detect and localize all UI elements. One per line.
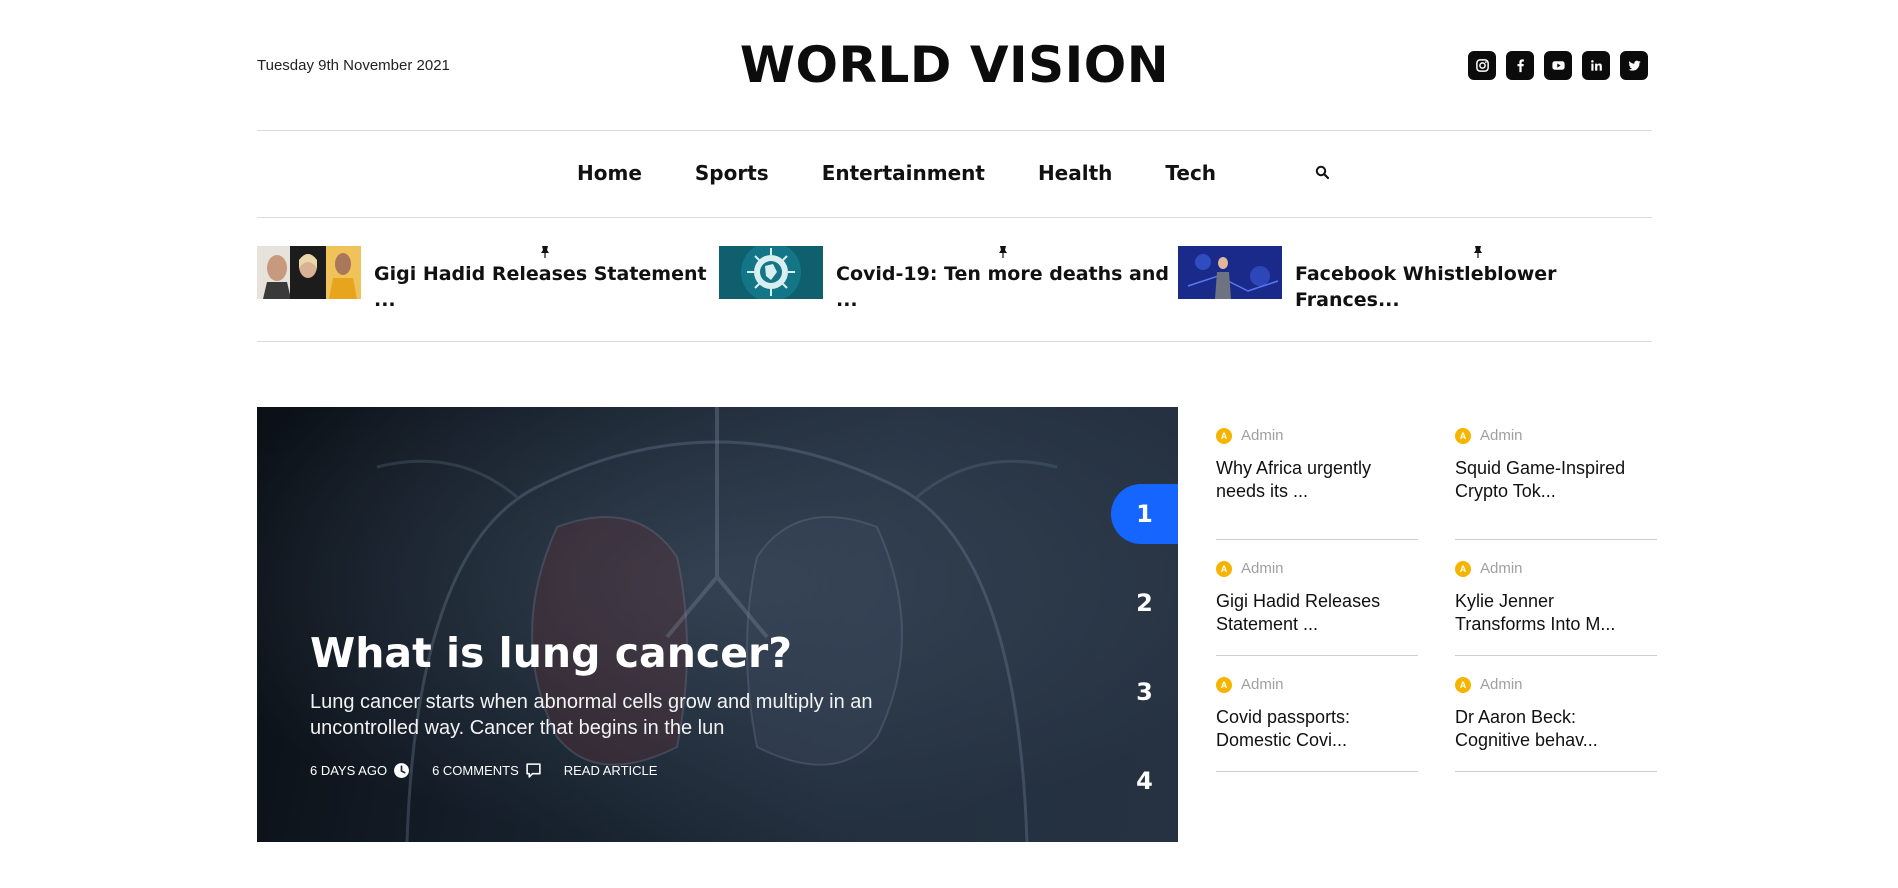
post-author: A Admin [1216,427,1418,444]
side-post-title-line: Statement ... [1216,614,1319,634]
hero-excerpt-line: uncontrolled way. Cancer that begins in … [310,717,725,739]
side-post-title-line: Domestic Covi... [1216,730,1348,750]
side-post-title-line: Kylie Jenner [1455,591,1555,611]
author-name[interactable]: Admin [1241,676,1284,693]
ticker-title-line: Facebook Whistleblower [1295,263,1557,285]
post-author: A Admin [1216,560,1418,577]
ticker-thumbnail [719,246,823,299]
nav-home[interactable]: Home [577,161,642,185]
side-post-title-line: needs its ... [1216,481,1309,501]
twitter-icon[interactable] [1620,51,1648,80]
avatar: A [1216,560,1232,577]
slide-2-button[interactable]: 2 [1111,573,1178,633]
hero-meta: 6 DAYS AGO 6 COMMENTS READ ARTICLE [310,762,657,779]
avatar: A [1216,427,1232,444]
hero-slider[interactable]: What is lung cancer? Lung cancer starts … [257,407,1178,842]
post-author: A Admin [1455,676,1657,693]
side-post-title-line: Transforms Into M... [1455,614,1616,634]
ticker-title-line: Gigi Hadid Releases Statement [374,263,707,285]
side-post[interactable]: A Admin Kylie Jenner Transforms Into M..… [1455,540,1657,656]
avatar: A [1216,676,1232,693]
side-post[interactable]: A Admin Why Africa urgently needs its ..… [1216,424,1418,540]
ticker-thumbnail [257,246,361,299]
side-post-title[interactable]: Covid passports: Domestic Covi... [1216,706,1418,752]
hero-title[interactable]: What is lung cancer? [310,629,792,677]
side-post-title[interactable]: Kylie Jenner Transforms Into M... [1455,590,1657,636]
side-post-title-line: Why Africa urgently [1216,458,1372,478]
ticker-title-line: Covid-19: Ten more deaths and [836,263,1170,285]
youtube-icon[interactable] [1544,51,1572,80]
top-bar: Tuesday 9th November 2021 WORLD VISION [257,0,1652,131]
side-post[interactable]: A Admin Gigi Hadid Releases Statement ..… [1216,540,1418,656]
facebook-icon[interactable] [1506,51,1534,80]
ticker-item[interactable]: Gigi Hadid Releases Statement ... [257,246,707,313]
post-author: A Admin [1455,427,1657,444]
comment-count-text: 6 COMMENTS [432,763,519,778]
avatar: A [1455,560,1471,577]
side-post-title-line: Crypto Tok... [1455,481,1556,501]
ticker-thumbnail [1178,246,1282,299]
linkedin-icon[interactable] [1582,51,1610,80]
site-title[interactable]: WORLD VISION [257,36,1652,94]
nav-sports[interactable]: Sports [695,161,769,185]
side-post-title-line: Squid Game-Inspired [1455,458,1626,478]
main-nav: Home Sports Entertainment Health Tech [257,131,1652,218]
post-time: 6 DAYS AGO [310,762,410,779]
pin-icon [541,246,549,258]
side-post-title-line: Covid passports: [1216,707,1351,727]
pin-icon [1474,246,1482,258]
side-post[interactable]: A Admin Dr Aaron Beck: Cognitive behav..… [1455,656,1657,772]
slide-1-button[interactable]: 1 [1111,484,1178,544]
author-name[interactable]: Admin [1241,427,1284,444]
ticker-title[interactable]: Facebook Whistleblower Frances... [1295,261,1557,313]
ticker-title[interactable]: Gigi Hadid Releases Statement ... [374,261,707,313]
hero-excerpt: Lung cancer starts when abnormal cells g… [310,689,990,741]
avatar: A [1455,676,1471,693]
slide-4-button[interactable]: 4 [1111,751,1178,811]
side-post-title[interactable]: Dr Aaron Beck: Cognitive behav... [1455,706,1657,752]
clock-icon [394,763,410,778]
avatar: A [1455,427,1471,444]
post-author: A Admin [1455,560,1657,577]
ticker-title[interactable]: Covid-19: Ten more deaths and ... [836,261,1169,313]
ticker-title-line: Frances... [1295,289,1400,311]
ticker-item[interactable]: Covid-19: Ten more deaths and ... [719,246,1169,313]
post-time-text: 6 DAYS AGO [310,763,388,778]
hero-excerpt-line: Lung cancer starts when abnormal cells g… [310,691,873,713]
side-post[interactable]: A Admin Squid Game-Inspired Crypto Tok..… [1455,424,1657,540]
author-name[interactable]: Admin [1480,560,1523,577]
post-author: A Admin [1216,676,1418,693]
ticker-title-line: ... [836,289,858,311]
instagram-icon[interactable] [1468,51,1496,80]
nav-health[interactable]: Health [1038,161,1112,185]
nav-entertainment[interactable]: Entertainment [822,161,985,185]
side-post-title[interactable]: Squid Game-Inspired Crypto Tok... [1455,457,1657,503]
ticker-item[interactable]: Facebook Whistleblower Frances... [1178,246,1557,313]
comment-count[interactable]: 6 COMMENTS [432,762,542,779]
author-name[interactable]: Admin [1480,676,1523,693]
side-post[interactable]: A Admin Covid passports: Domestic Covi..… [1216,656,1418,772]
side-post-title-line: Gigi Hadid Releases [1216,591,1381,611]
side-post-title-line: Cognitive behav... [1455,730,1598,750]
side-post-title-line: Dr Aaron Beck: [1455,707,1577,727]
pin-icon [999,246,1007,258]
side-post-list: A Admin Why Africa urgently needs its ..… [1216,424,1657,772]
search-icon[interactable] [1314,164,1332,182]
author-name[interactable]: Admin [1241,560,1284,577]
comment-icon [526,763,541,778]
social-links [1468,51,1648,80]
slide-3-button[interactable]: 3 [1111,662,1178,722]
side-post-title[interactable]: Why Africa urgently needs its ... [1216,457,1418,503]
author-name[interactable]: Admin [1480,427,1523,444]
trending-ticker: Gigi Hadid Releases Statement ... Covid-… [257,218,1652,342]
side-post-title[interactable]: Gigi Hadid Releases Statement ... [1216,590,1418,636]
nav-tech[interactable]: Tech [1165,161,1216,185]
read-article-link[interactable]: READ ARTICLE [564,763,658,778]
ticker-title-line: ... [374,289,396,311]
